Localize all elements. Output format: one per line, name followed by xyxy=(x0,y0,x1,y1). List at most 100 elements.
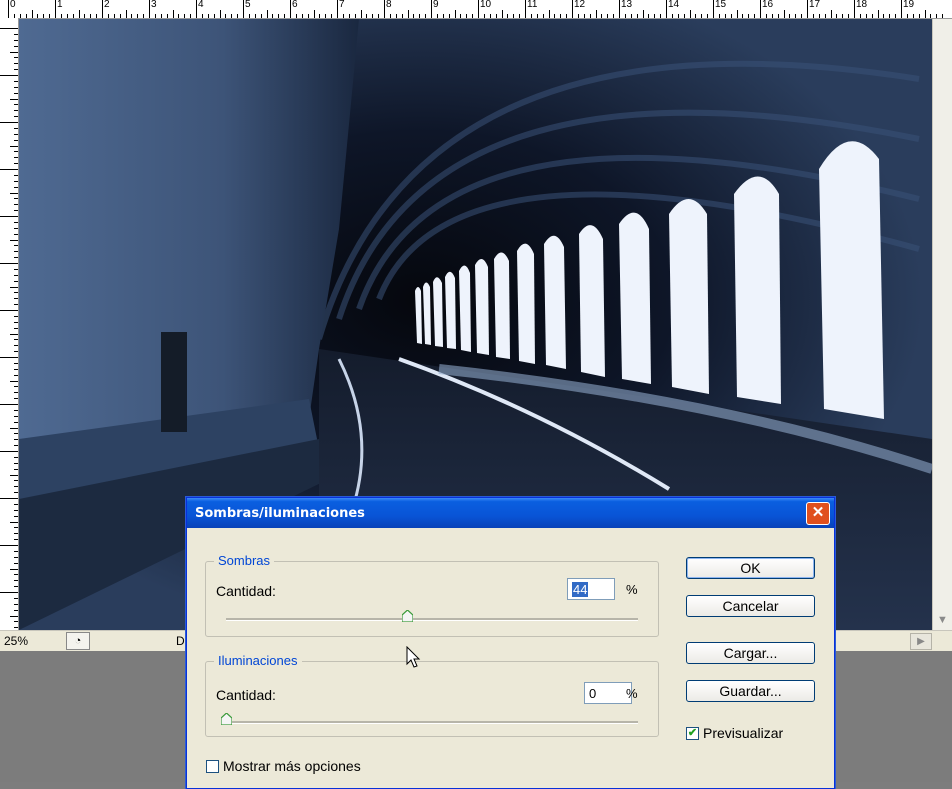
highlights-group: Iluminaciones Cantidad: 0 % xyxy=(205,653,659,737)
shadows-amount-input[interactable]: 44 xyxy=(567,578,615,600)
ruler-number: 16 xyxy=(762,0,774,10)
ruler-minor-tick xyxy=(14,327,18,329)
shadows-amount-slider[interactable] xyxy=(226,618,638,621)
ruler-minor-tick xyxy=(10,615,18,617)
ruler-minor-tick xyxy=(14,245,18,247)
shadows-percent-unit: % xyxy=(626,582,638,597)
dialog-titlebar[interactable]: Sombras/iluminaciones ✕ xyxy=(187,498,834,528)
ruler-minor-tick xyxy=(14,127,18,129)
ruler-minor-tick xyxy=(14,527,18,529)
ruler-minor-tick xyxy=(701,14,703,18)
zoom-level[interactable]: 25% xyxy=(4,634,28,648)
ruler-minor-tick xyxy=(14,362,18,364)
ruler-minor-tick xyxy=(14,533,18,535)
ruler-minor-tick xyxy=(10,380,18,382)
shadows-slider-thumb[interactable] xyxy=(402,610,414,622)
ruler-minor-tick xyxy=(19,14,21,18)
highlights-slider-thumb[interactable] xyxy=(221,713,232,725)
close-button[interactable]: ✕ xyxy=(806,502,830,525)
highlights-amount-input[interactable]: 0 xyxy=(584,682,632,704)
ruler-minor-tick xyxy=(295,14,297,18)
ruler-minor-tick xyxy=(14,503,18,505)
scroll-right-icon[interactable]: ▶ xyxy=(910,633,932,650)
close-icon: ✕ xyxy=(811,504,825,521)
ruler-minor-tick xyxy=(460,14,462,18)
ruler-minor-tick xyxy=(648,14,650,18)
ruler-minor-tick xyxy=(372,14,374,18)
ruler-minor-tick xyxy=(14,368,18,370)
ruler-minor-tick xyxy=(348,14,350,18)
ruler-minor-tick xyxy=(389,14,391,18)
ruler-number: 11 xyxy=(527,0,538,10)
status-info-icon[interactable]: ◔ xyxy=(66,632,90,650)
dialog-title: Sombras/iluminaciones xyxy=(195,506,365,521)
ruler-minor-tick xyxy=(613,14,615,18)
ruler-minor-tick xyxy=(419,14,421,18)
ruler-number: 9 xyxy=(433,0,439,10)
more-options-checkbox[interactable] xyxy=(206,760,219,773)
ruler-minor-tick xyxy=(14,480,18,482)
ruler-tick xyxy=(290,0,291,18)
ruler-minor-tick xyxy=(530,14,532,18)
ruler-minor-tick xyxy=(14,550,18,552)
ruler-minor-tick xyxy=(366,14,368,18)
ruler-minor-tick xyxy=(14,468,18,470)
ruler-minor-tick xyxy=(636,14,638,18)
ruler-minor-tick xyxy=(131,14,133,18)
load-button[interactable]: Cargar... xyxy=(686,642,815,664)
ruler-minor-tick xyxy=(14,339,18,341)
ruler-minor-tick xyxy=(14,304,18,306)
ruler-minor-tick xyxy=(442,14,444,18)
ruler-minor-tick xyxy=(513,14,515,18)
ok-button[interactable]: OK xyxy=(686,557,815,579)
vertical-scrollbar[interactable]: ▼ xyxy=(932,19,952,630)
ruler-minor-tick xyxy=(14,574,18,576)
ruler-tick xyxy=(713,0,714,18)
ruler-minor-tick xyxy=(14,445,18,447)
save-button[interactable]: Guardar... xyxy=(686,680,815,702)
preview-checkbox[interactable]: ✔ xyxy=(686,727,699,740)
ruler-number: 3 xyxy=(151,0,157,10)
ruler-minor-tick xyxy=(319,14,321,18)
ruler-minor-tick xyxy=(207,14,209,18)
ruler-minor-tick xyxy=(14,562,18,564)
ruler-number: 10 xyxy=(480,0,492,10)
highlights-amount-value: 0 xyxy=(589,686,597,701)
ruler-minor-tick xyxy=(14,603,18,605)
ruler-minor-tick xyxy=(14,456,18,458)
ruler-minor-tick xyxy=(237,14,239,18)
highlights-group-label: Iluminaciones xyxy=(214,653,302,668)
ruler-tick xyxy=(0,310,18,311)
ruler-minor-tick xyxy=(454,10,456,18)
ruler-minor-tick xyxy=(10,192,18,194)
ruler-minor-tick xyxy=(172,10,174,18)
ruler-minor-tick xyxy=(78,10,80,18)
ruler-minor-tick xyxy=(14,221,18,223)
ruler-minor-tick xyxy=(14,345,18,347)
ruler-minor-tick xyxy=(14,374,18,376)
preview-label[interactable]: Previsualizar xyxy=(703,725,783,741)
shadows-group: Sombras Cantidad: 44 % xyxy=(205,553,659,637)
ruler-minor-tick xyxy=(507,14,509,18)
ruler-minor-tick xyxy=(830,10,832,18)
ruler-minor-tick xyxy=(583,14,585,18)
ruler-minor-tick xyxy=(10,98,18,100)
highlights-amount-slider[interactable] xyxy=(226,721,638,724)
ruler-minor-tick xyxy=(795,14,797,18)
ruler-minor-tick xyxy=(871,14,873,18)
scroll-down-icon[interactable]: ▼ xyxy=(937,614,948,626)
ruler-tick xyxy=(901,0,902,18)
ruler-minor-tick xyxy=(14,163,18,165)
ruler-minor-tick xyxy=(754,14,756,18)
more-options-label[interactable]: Mostrar más opciones xyxy=(223,758,361,774)
ruler-minor-tick xyxy=(789,14,791,18)
ruler-minor-tick xyxy=(595,10,597,18)
ruler-minor-tick xyxy=(278,14,280,18)
ruler-minor-tick xyxy=(14,257,18,259)
ruler-minor-tick xyxy=(14,251,18,253)
ruler-minor-tick xyxy=(14,80,18,82)
ruler-minor-tick xyxy=(413,14,415,18)
ruler-minor-tick xyxy=(724,14,726,18)
ruler-minor-tick xyxy=(184,14,186,18)
cancel-button[interactable]: Cancelar xyxy=(686,595,815,617)
